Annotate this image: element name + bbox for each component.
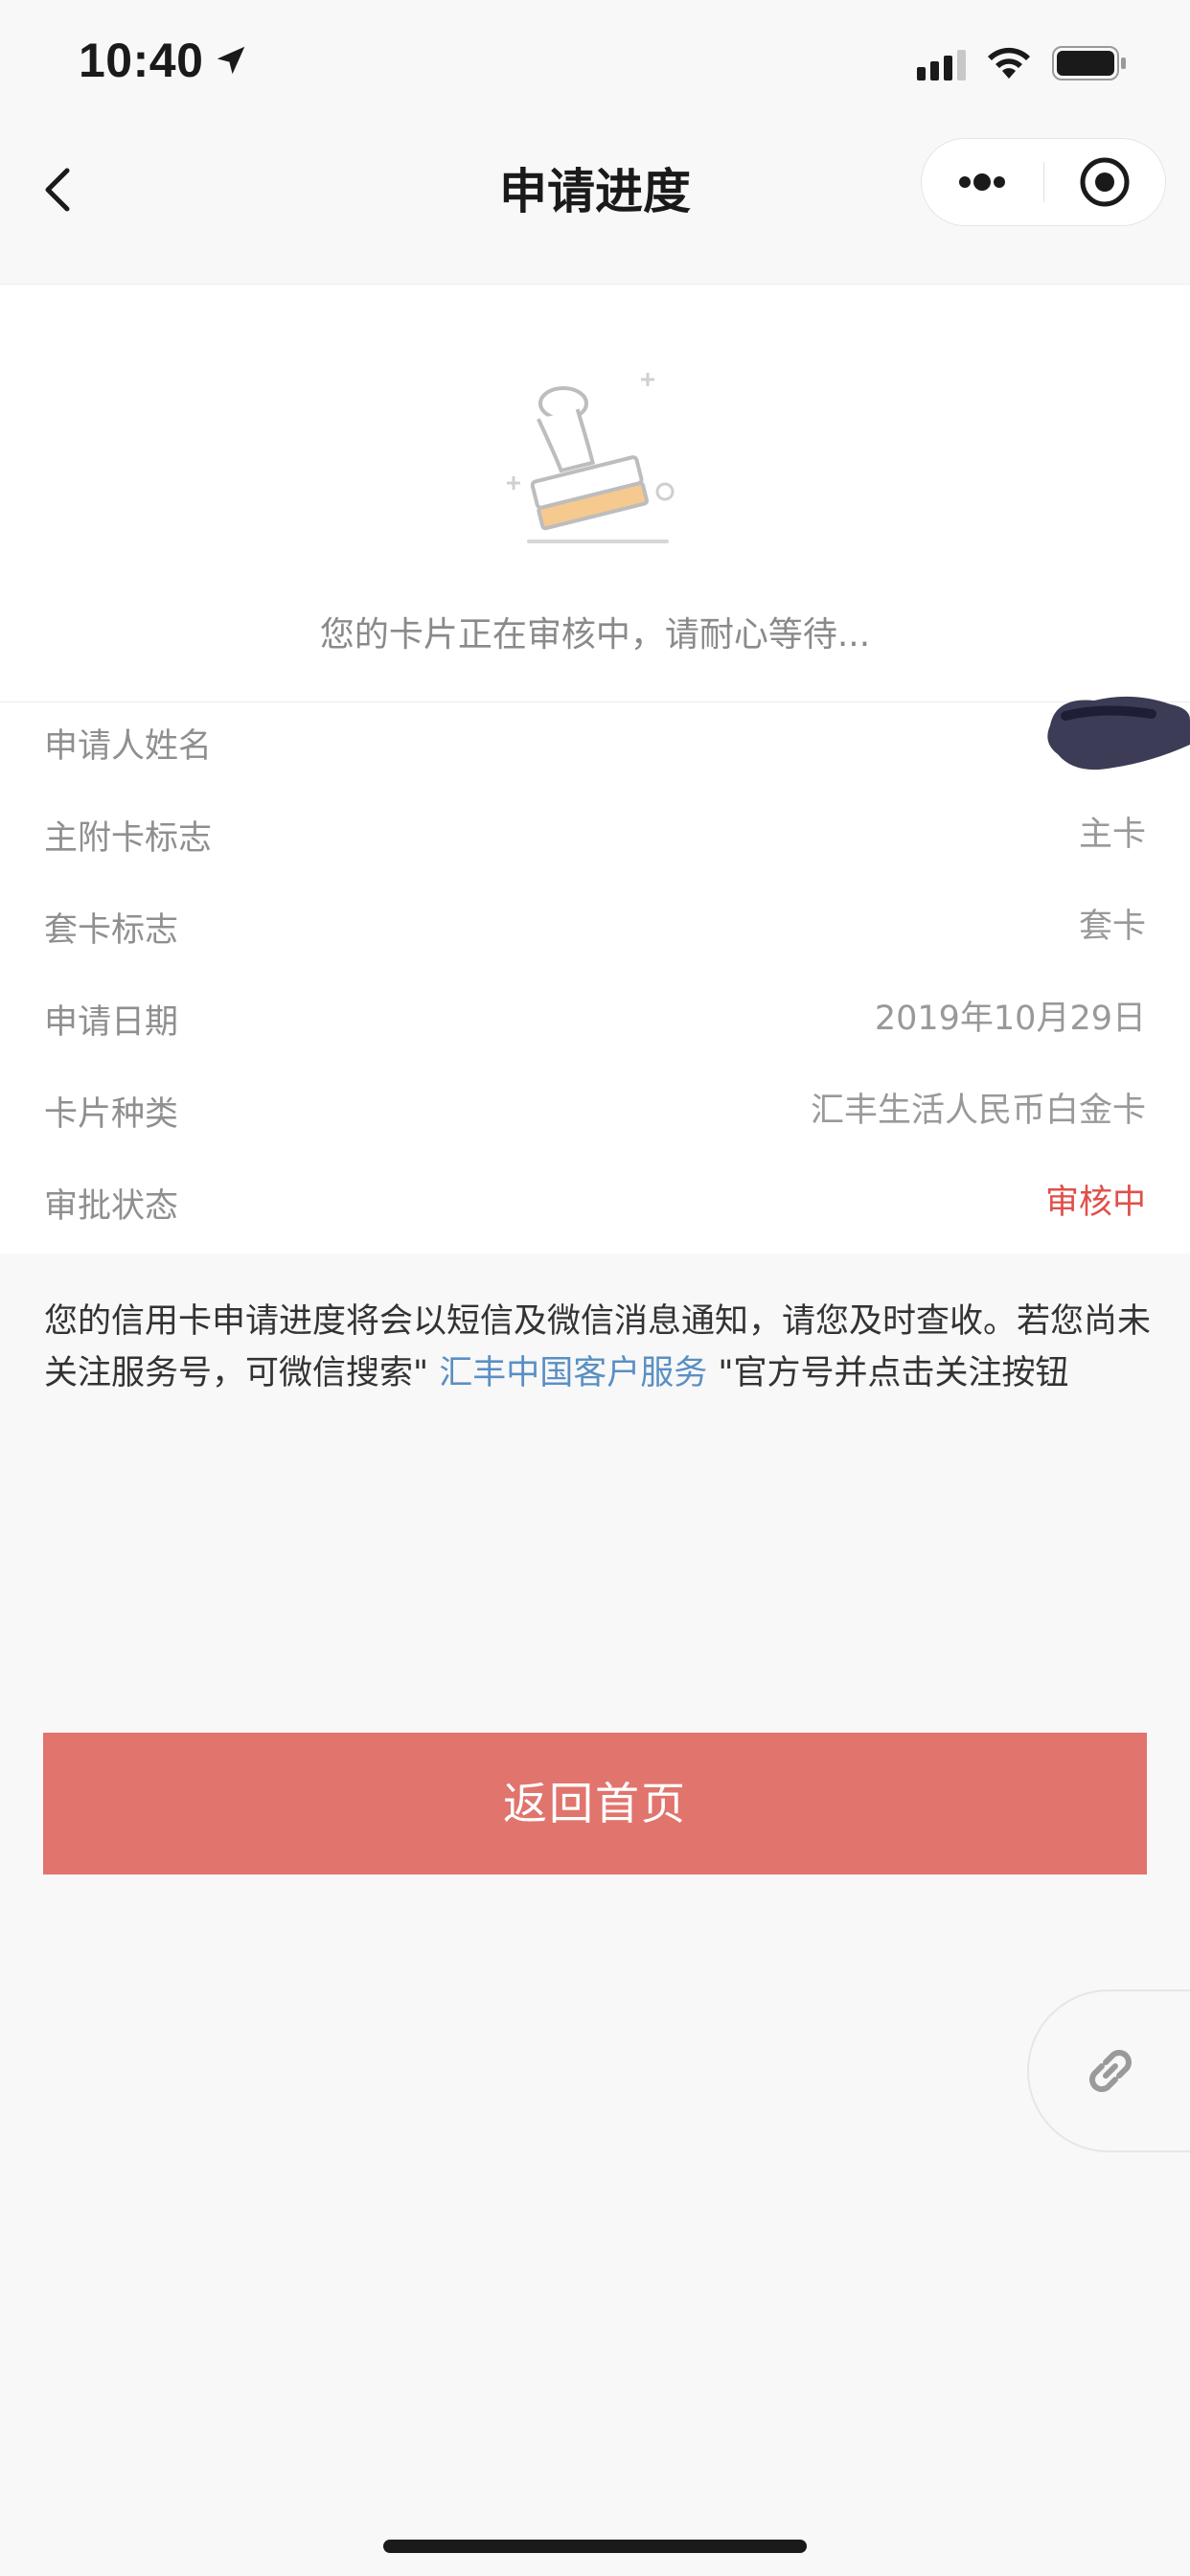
stamp-icon <box>507 373 675 543</box>
notice-text-end: "官方号并点击关注按钮 <box>718 1354 1069 1392</box>
location-arrow-icon <box>217 46 245 75</box>
info-row-apply-date: 申请日期 2019年10月29日 <box>0 978 1190 1070</box>
return-home-button[interactable]: 返回首页 <box>43 1733 1147 1874</box>
info-value: 套卡 <box>1078 908 1146 946</box>
mini-program-close-icon[interactable] <box>1044 139 1165 225</box>
floating-link-button[interactable] <box>1027 1990 1190 2152</box>
status-badge: 审核中 <box>1044 1184 1146 1222</box>
redaction-mark <box>1047 696 1190 770</box>
link-icon <box>1089 2050 1132 2092</box>
status-bar: 10:40 <box>0 0 1190 126</box>
mini-program-capsule <box>921 138 1166 226</box>
nav-bar: 申请进度 <box>0 126 1190 253</box>
info-row-approval-status: 审批状态 审核中 <box>0 1162 1190 1254</box>
page: 10:40 申请进度 您的卡片正在审核中，请耐心等待... 申请人姓名 主附卡标… <box>0 0 1190 2576</box>
info-label: 申请人姓名 <box>44 727 213 766</box>
application-info-list: 申请人姓名 主附卡标志 主卡 套卡标志 套卡 申请日期 2019年10月29日 … <box>0 696 1190 1254</box>
info-row-card-type-flag: 主附卡标志 主卡 <box>0 794 1190 886</box>
info-row-applicant-name: 申请人姓名 <box>0 696 1190 794</box>
info-label: 套卡标志 <box>44 911 179 950</box>
wechat-account-link[interactable]: 汇丰中国客户服务 <box>428 1354 718 1392</box>
notice-text: 您的信用卡申请进度将会以短信及微信消息通知，请您及时查收。若您尚未关注服务号，可… <box>44 1296 1156 1399</box>
cellular-signal-icon <box>917 50 966 80</box>
review-message: 您的卡片正在审核中，请耐心等待... <box>319 615 871 655</box>
status-time: 10:40 <box>79 34 204 87</box>
battery-icon <box>1052 46 1126 80</box>
info-label: 主附卡标志 <box>44 819 213 858</box>
review-status-card: 您的卡片正在审核中，请耐心等待... <box>0 284 1190 702</box>
info-label: 申请日期 <box>44 1003 179 1042</box>
info-label: 审批状态 <box>44 1187 179 1226</box>
info-label: 卡片种类 <box>44 1095 179 1134</box>
home-indicator[interactable] <box>383 2540 807 2553</box>
more-dots-icon[interactable] <box>922 139 1043 225</box>
info-value: 主卡 <box>1078 816 1146 854</box>
info-row-set-card-flag: 套卡标志 套卡 <box>0 886 1190 978</box>
info-value: 2019年10月29日 <box>874 1000 1146 1038</box>
info-row-card-kind: 卡片种类 汇丰生活人民币白金卡 <box>0 1070 1190 1162</box>
info-value: 汇丰生活人民币白金卡 <box>810 1092 1146 1130</box>
wifi-icon <box>988 47 1030 79</box>
